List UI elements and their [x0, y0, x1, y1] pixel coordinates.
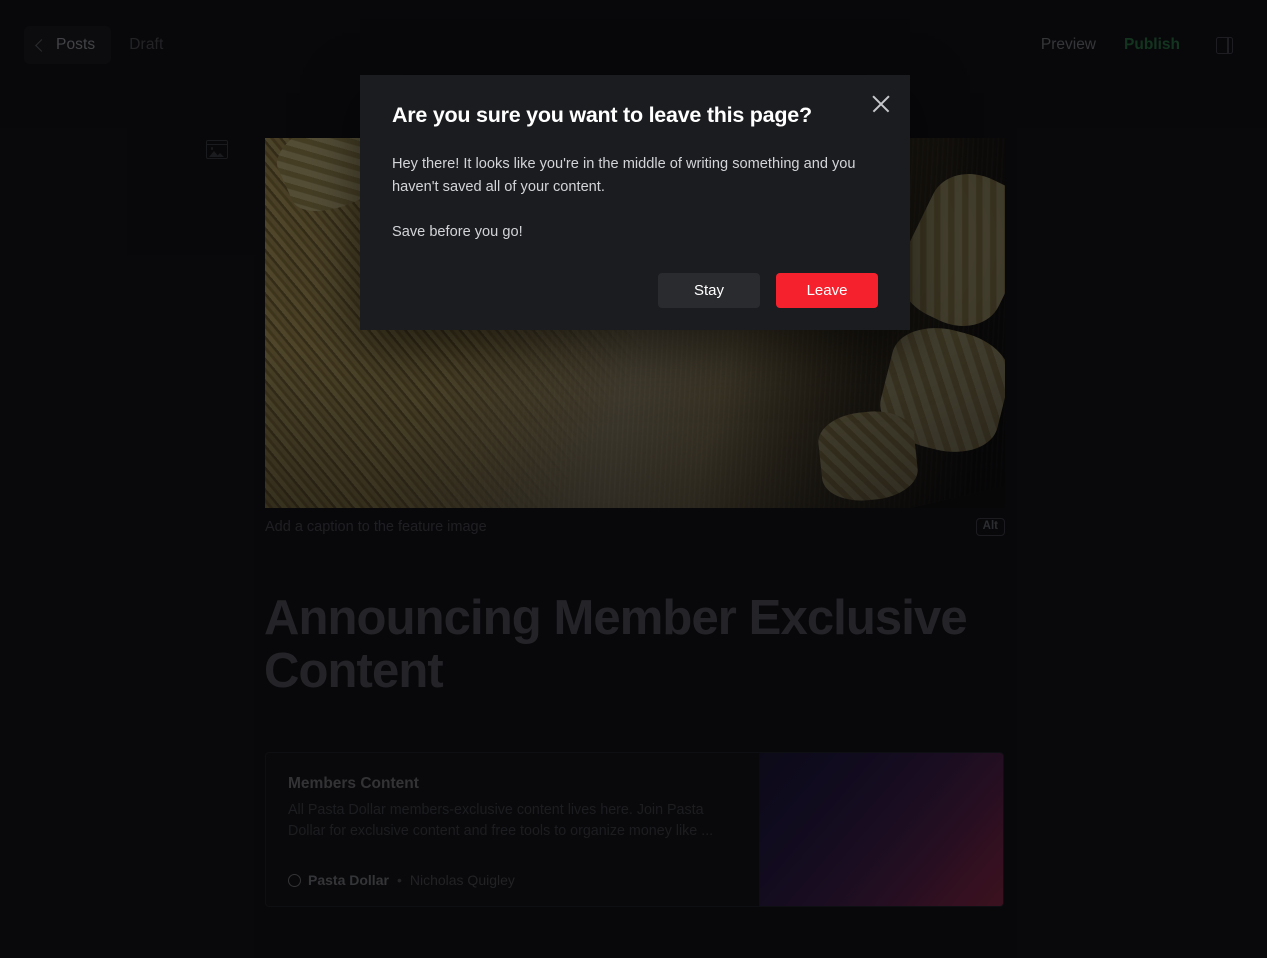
leave-button[interactable]: Leave [776, 273, 878, 308]
modal-body-paragraph-2: Save before you go! [392, 223, 523, 240]
modal-title: Are you sure you want to leave this page… [392, 103, 812, 127]
modal-body-paragraph-1: Hey there! It looks like you're in the m… [392, 156, 856, 195]
leave-page-confirmation-modal: Are you sure you want to leave this page… [360, 75, 910, 330]
modal-body: Hey there! It looks like you're in the m… [392, 153, 882, 244]
modal-actions: Stay Leave [658, 273, 878, 308]
close-x-icon[interactable] [868, 91, 894, 117]
app-root: Add a caption to the feature image Alt A… [0, 0, 1267, 958]
stay-button[interactable]: Stay [658, 273, 760, 308]
